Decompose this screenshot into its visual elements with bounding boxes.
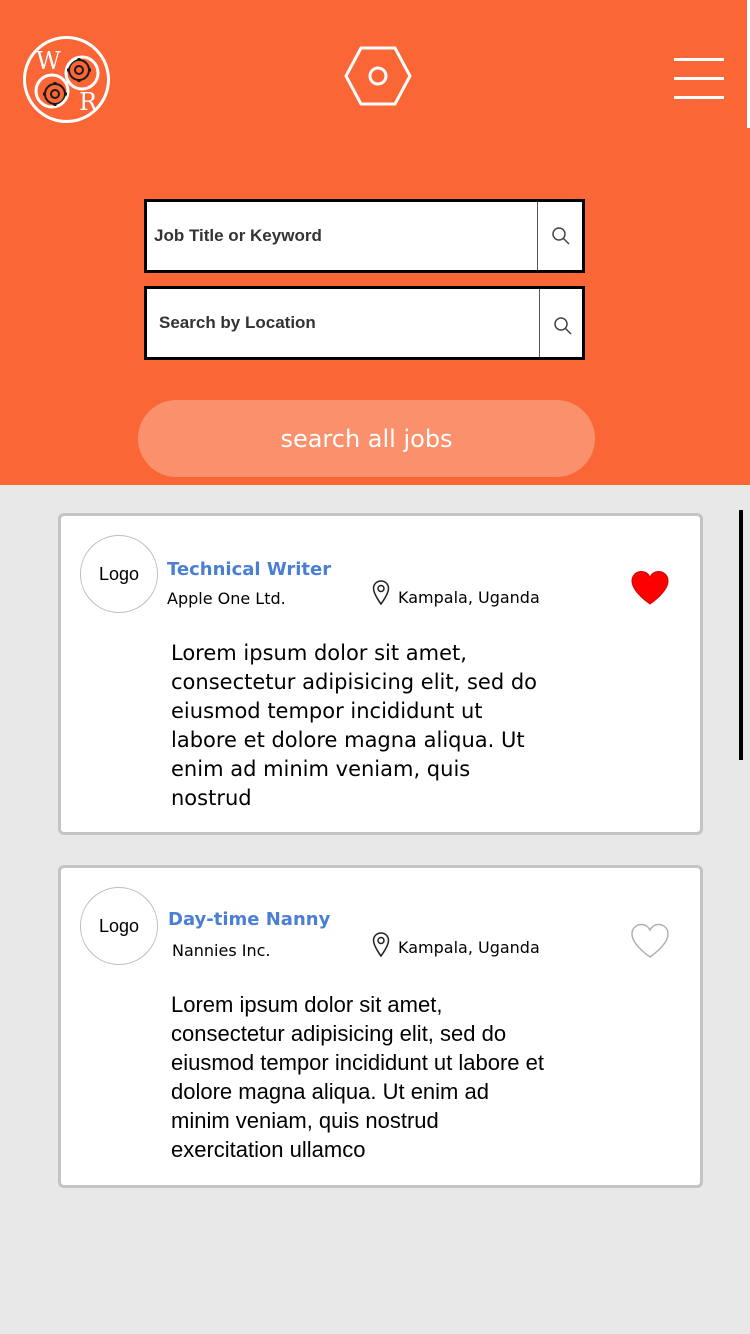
company-name: Nannies Inc. <box>172 941 271 960</box>
hamburger-menu-icon[interactable] <box>674 58 726 102</box>
job-location: Kampala, Uganda <box>398 938 540 957</box>
search-icon <box>554 317 572 335</box>
keyword-search-button[interactable] <box>537 202 582 270</box>
brand-logo[interactable]: W R <box>23 36 110 123</box>
job-card[interactable]: Logo Technical Writer Apple One Ltd. Kam… <box>58 513 703 835</box>
company-logo: Logo <box>80 535 158 613</box>
favorite-heart-icon[interactable] <box>630 570 670 606</box>
job-location: Kampala, Uganda <box>398 588 540 607</box>
location-pin-icon <box>372 932 390 958</box>
search-all-jobs-button[interactable]: search all jobs <box>138 400 595 477</box>
location-pin-icon <box>372 580 390 606</box>
header: W R Job Title or Keyword Search by Locat… <box>0 0 750 485</box>
job-description: Lorem ipsum dolor sit amet, consectetur … <box>171 641 538 810</box>
job-description: Lorem ipsum dolor sit amet, consectetur … <box>171 992 544 1162</box>
location-search-box <box>144 286 585 360</box>
search-icon <box>552 227 570 245</box>
hexagon-icon[interactable] <box>344 46 412 106</box>
favorite-heart-icon[interactable] <box>630 923 670 959</box>
location-search-button[interactable] <box>539 289 582 357</box>
company-logo: Logo <box>80 887 158 965</box>
location-search-input[interactable] <box>147 289 539 357</box>
job-card[interactable]: Logo Day-time Nanny Nannies Inc. Kampala… <box>58 865 703 1188</box>
keyword-search-input[interactable] <box>147 202 537 270</box>
company-name: Apple One Ltd. <box>167 589 286 608</box>
scrollbar[interactable] <box>739 510 743 760</box>
job-title[interactable]: Day-time Nanny <box>168 909 330 930</box>
keyword-search-box <box>144 199 585 273</box>
gears-logo-icon <box>34 55 100 109</box>
job-title[interactable]: Technical Writer <box>167 559 331 580</box>
